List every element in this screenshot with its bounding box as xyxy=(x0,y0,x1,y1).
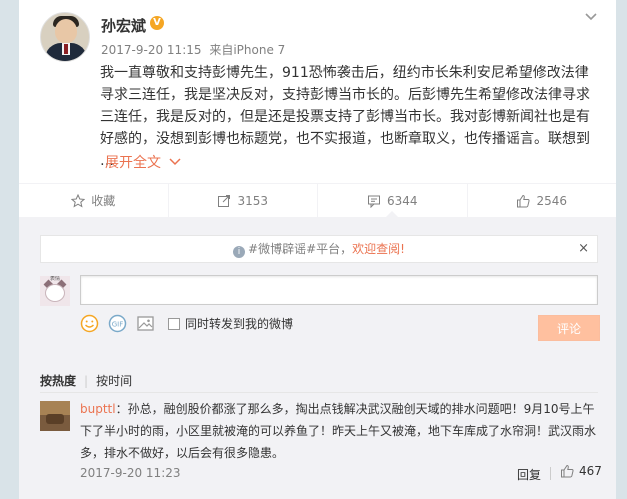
post-time[interactable]: 2017-9-20 11:15 xyxy=(101,43,202,57)
comment-body: bupttl：孙总，融创股价都涨了那么多，掏出点钱解决武汉融创天域的排水问题吧！… xyxy=(80,398,600,464)
comment-like-count: 467 xyxy=(579,464,602,478)
commenter-name[interactable]: bupttl xyxy=(80,402,116,416)
like-count: 2546 xyxy=(536,193,568,208)
author-avatar[interactable] xyxy=(40,12,90,62)
comment-count: 6344 xyxy=(386,193,418,208)
my-avatar-caption: 表情 xyxy=(49,276,60,282)
like-button[interactable]: 2546 xyxy=(468,184,617,217)
commenter-avatar[interactable] xyxy=(40,401,70,431)
favorite-label: 收藏 xyxy=(91,194,116,208)
weibo-post-card: 孙宏斌 V 2017-9-20 11:15 来自iPhone 7 我一直尊敬和支… xyxy=(19,0,616,499)
post-source-prefix: 来自 xyxy=(209,43,234,57)
expand-label: 展开全文 xyxy=(105,155,161,171)
submit-comment-button[interactable]: 评论 xyxy=(538,315,600,341)
gif-icon[interactable]: GIF xyxy=(108,314,127,333)
action-bar: 收藏 3153 6344 2546 xyxy=(19,183,616,218)
sort-by-time-tab[interactable]: 按时间 xyxy=(96,374,132,388)
chevron-down-icon xyxy=(169,158,181,166)
composer-tools: GIF 同时转发到我的微博 xyxy=(80,314,293,333)
image-icon[interactable] xyxy=(136,314,155,333)
my-avatar[interactable]: 表情 xyxy=(40,276,70,306)
repost-option[interactable]: 同时转发到我的微博 xyxy=(168,315,293,332)
star-icon xyxy=(71,193,86,208)
repost-checkbox[interactable] xyxy=(168,317,180,330)
repost-button[interactable]: 3153 xyxy=(169,184,318,217)
notice-link[interactable]: 欢迎查阅! xyxy=(352,242,405,256)
verified-badge-icon: V xyxy=(150,16,164,30)
share-icon xyxy=(218,194,231,207)
comment-time: 2017-9-20 11:23 xyxy=(80,466,181,480)
expand-full-text-link[interactable]: 展开全文 xyxy=(105,152,181,172)
thumb-up-icon xyxy=(561,464,574,478)
author-name[interactable]: 孙宏斌 xyxy=(101,15,146,36)
comment-button[interactable]: 6344 xyxy=(318,184,468,218)
comment-icon xyxy=(367,195,380,208)
info-icon: i xyxy=(233,246,246,258)
comment-like-button[interactable]: 467 xyxy=(560,464,602,478)
svg-text:GIF: GIF xyxy=(112,321,124,329)
close-icon[interactable]: × xyxy=(578,236,589,262)
comment-section: i #微博辟谣#平台，欢迎查阅! × 表情 GIF 同时转发到我的微博 评论 按热… xyxy=(19,218,616,499)
repost-count: 3153 xyxy=(237,193,269,208)
sort-by-hot-tab[interactable]: 按热度 xyxy=(40,374,76,388)
comment-input[interactable] xyxy=(80,275,598,305)
favorite-button[interactable]: 收藏 xyxy=(19,184,169,217)
comment-text: ：孙总，融创股价都涨了那么多，掏出点钱解决武汉融创天域的排水问题吧！9月10号上… xyxy=(80,402,597,460)
post-meta: 2017-9-20 11:15 来自iPhone 7 xyxy=(101,41,285,58)
thumb-up-icon xyxy=(517,194,531,207)
rumor-notice-bar: i #微博辟谣#平台，欢迎查阅! × xyxy=(40,235,598,263)
comment-sort: 按热度 | 按时间 xyxy=(40,374,133,388)
post-source: iPhone 7 xyxy=(233,43,286,57)
smile-icon[interactable] xyxy=(80,314,99,333)
divider xyxy=(40,392,598,393)
divider xyxy=(550,467,551,480)
chevron-down-icon[interactable] xyxy=(584,10,598,24)
notice-text[interactable]: #微博辟谣#平台， xyxy=(248,242,352,256)
repost-label: 同时转发到我的微博 xyxy=(185,317,294,331)
reply-button[interactable]: 回复 xyxy=(517,466,541,483)
